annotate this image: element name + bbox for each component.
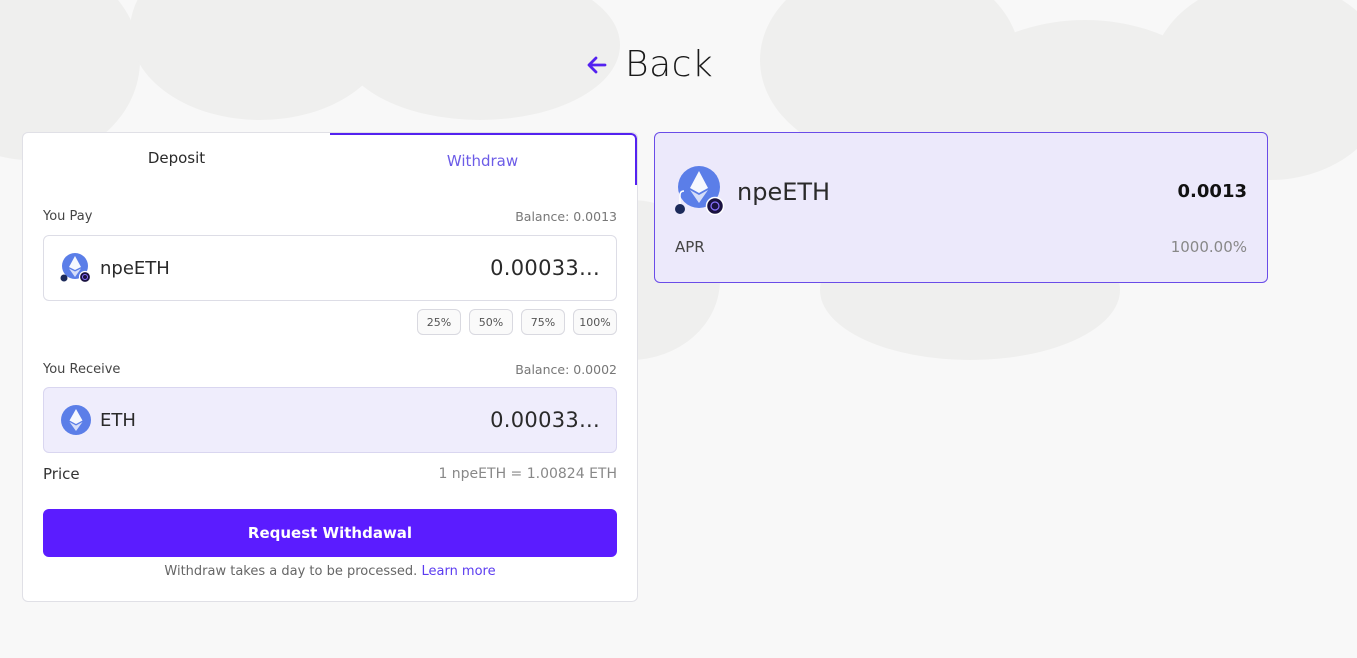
pay-balance: Balance: 0.0013: [515, 209, 617, 224]
tab-withdraw[interactable]: Withdraw: [330, 133, 637, 185]
position-card: npeETH 0.0013 APR 1000.00%: [654, 132, 1268, 283]
receive-token-name: ETH: [100, 409, 136, 431]
back-label: Back: [625, 44, 714, 85]
percent-buttons: 25% 50% 75% 100%: [417, 309, 617, 335]
withdraw-note: Withdraw takes a day to be processed. Le…: [23, 564, 637, 579]
learn-more-link[interactable]: Learn more: [421, 564, 495, 579]
arrow-left-icon: [587, 56, 607, 73]
you-receive-label: You Receive: [43, 362, 121, 377]
receive-balance: Balance: 0.0002: [515, 362, 617, 377]
npeeth-token-icon: [60, 253, 92, 284]
position-token-name: npeETH: [737, 178, 831, 206]
percent-75-button[interactable]: 75%: [521, 309, 565, 335]
back-button[interactable]: Back: [585, 44, 713, 85]
request-withdrawal-button[interactable]: Request Withdawal: [43, 509, 617, 557]
position-balance: 0.0013: [1177, 181, 1247, 202]
tab-deposit[interactable]: Deposit: [23, 133, 330, 185]
percent-25-button[interactable]: 25%: [417, 309, 461, 335]
you-pay-label: You Pay: [43, 209, 93, 224]
pay-amount-input[interactable]: [400, 256, 600, 280]
pay-token-name: npeETH: [100, 257, 170, 279]
eth-token-icon: [61, 405, 91, 435]
percent-50-button[interactable]: 50%: [469, 309, 513, 335]
stake-card: Deposit Withdraw You Pay Balance: 0.0013…: [22, 132, 638, 602]
percent-100-button[interactable]: 100%: [573, 309, 617, 335]
price-label: Price: [43, 465, 80, 483]
npeeth-token-icon: [675, 166, 725, 215]
pay-input-box: npeETH: [43, 235, 617, 301]
receive-output-box: ETH: [43, 387, 617, 453]
withdraw-note-text: Withdraw takes a day to be processed.: [164, 564, 418, 579]
apr-label: APR: [675, 238, 705, 256]
apr-value: 1000.00%: [1170, 238, 1247, 256]
price-value: 1 npeETH = 1.00824 ETH: [438, 466, 617, 482]
tab-bar: Deposit Withdraw: [23, 133, 637, 185]
receive-amount-field: [400, 408, 600, 432]
